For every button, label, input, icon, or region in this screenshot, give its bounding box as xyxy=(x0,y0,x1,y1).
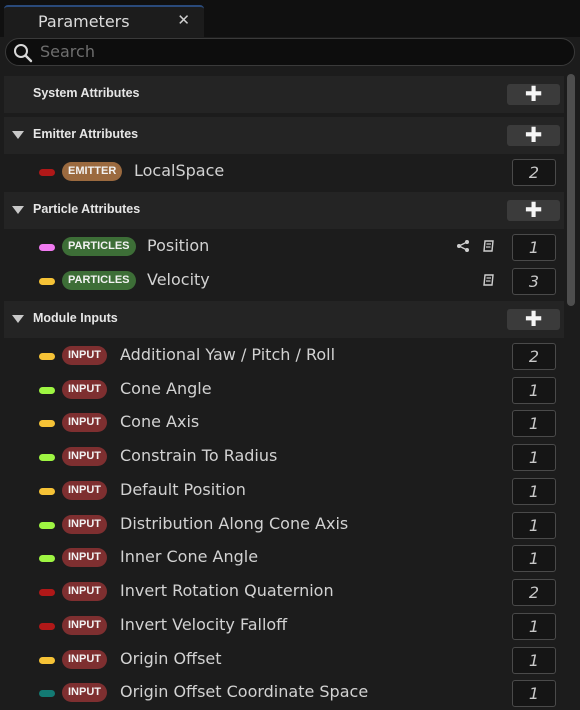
reference-count: 2 xyxy=(512,343,556,370)
list-item[interactable]: INPUT Invert Rotation Quaternion 2 xyxy=(4,575,564,609)
reference-count: 1 xyxy=(512,478,556,505)
reference-count: 1 xyxy=(512,377,556,404)
parameter-name: Position xyxy=(147,236,210,255)
pin-icon xyxy=(39,555,55,562)
search-input[interactable]: Search xyxy=(5,38,575,66)
pin-icon xyxy=(39,353,55,360)
parameter-name: Cone Angle xyxy=(120,379,212,398)
namespace-badge: INPUT xyxy=(62,346,107,365)
pin-icon xyxy=(39,690,55,697)
reference-count: 1 xyxy=(512,680,556,707)
namespace-badge: INPUT xyxy=(62,481,107,500)
reference-count: 1 xyxy=(512,545,556,572)
namespace-badge: PARTICLES xyxy=(62,237,136,256)
list-item[interactable]: INPUT Origin Offset 1 xyxy=(4,643,564,677)
namespace-badge: INPUT xyxy=(62,616,107,635)
collapse-arrow-icon[interactable] xyxy=(12,206,24,214)
section-label: Particle Attributes xyxy=(33,202,141,216)
close-icon[interactable]: ✕ xyxy=(177,11,190,29)
parameter-name: Constrain To Radius xyxy=(120,446,278,465)
parameter-name: Inner Cone Angle xyxy=(120,547,259,566)
parameter-name: Cone Axis xyxy=(120,412,200,431)
pin-icon xyxy=(39,169,55,176)
search-placeholder: Search xyxy=(40,42,95,61)
namespace-badge: EMITTER xyxy=(62,162,123,181)
tab-title: Parameters xyxy=(38,12,130,31)
section-system-attributes[interactable]: System Attributes ✚ xyxy=(4,76,564,113)
section-particle-attributes[interactable]: Particle Attributes ✚ xyxy=(4,192,564,229)
list-item[interactable]: PARTICLES Position 1 xyxy=(4,230,564,264)
parameter-name: Distribution Along Cone Axis xyxy=(120,514,349,533)
reference-count: 1 xyxy=(512,234,556,261)
collapse-arrow-icon[interactable] xyxy=(12,131,24,139)
list-item[interactable]: INPUT Inner Cone Angle 1 xyxy=(4,541,564,575)
add-button[interactable]: ✚ xyxy=(507,309,560,330)
list-item[interactable]: INPUT Cone Angle 1 xyxy=(4,373,564,407)
section-emitter-attributes[interactable]: Emitter Attributes ✚ xyxy=(4,117,564,154)
list-item[interactable]: INPUT Origin Offset Coordinate Space 1 xyxy=(4,676,564,710)
section-label: Emitter Attributes xyxy=(33,127,139,141)
pin-icon xyxy=(39,454,55,461)
search-icon xyxy=(14,44,33,63)
reference-count: 1 xyxy=(512,410,556,437)
reference-count: 1 xyxy=(512,444,556,471)
parameter-name: Invert Velocity Falloff xyxy=(120,615,288,634)
list-item[interactable]: INPUT Constrain To Radius 1 xyxy=(4,440,564,474)
reference-count: 2 xyxy=(512,579,556,606)
reference-count: 3 xyxy=(512,268,556,295)
section-label: Module Inputs xyxy=(33,311,118,325)
parameter-name: LocalSpace xyxy=(134,161,225,180)
scrollbar-thumb[interactable] xyxy=(567,74,575,306)
namespace-badge: INPUT xyxy=(62,650,107,669)
parameter-name: Origin Offset xyxy=(120,649,222,668)
reference-count: 1 xyxy=(512,647,556,674)
add-button[interactable]: ✚ xyxy=(507,84,560,105)
tab-parameters[interactable]: Parameters ✕ xyxy=(4,5,204,37)
namespace-badge: INPUT xyxy=(62,548,107,567)
namespace-badge: PARTICLES xyxy=(62,271,136,290)
list-item[interactable]: PARTICLES Velocity 3 xyxy=(4,264,564,298)
book-icon[interactable] xyxy=(482,239,496,253)
pin-icon xyxy=(39,623,55,630)
list-item[interactable]: INPUT Invert Velocity Falloff 1 xyxy=(4,609,564,643)
add-button[interactable]: ✚ xyxy=(507,125,560,146)
parameter-name: Velocity xyxy=(147,270,210,289)
namespace-badge: INPUT xyxy=(62,380,107,399)
list-item[interactable]: INPUT Cone Axis 1 xyxy=(4,406,564,440)
pin-icon xyxy=(39,278,55,285)
section-label: System Attributes xyxy=(33,86,140,100)
pin-icon xyxy=(39,420,55,427)
pin-icon xyxy=(39,522,55,529)
book-icon[interactable] xyxy=(482,273,496,287)
tab-bar: Parameters ✕ xyxy=(0,0,580,37)
namespace-badge: INPUT xyxy=(62,683,107,702)
reference-count: 1 xyxy=(512,512,556,539)
namespace-badge: INPUT xyxy=(62,447,107,466)
list-item[interactable]: EMITTER LocalSpace 2 xyxy=(4,155,564,189)
namespace-badge: INPUT xyxy=(62,515,107,534)
parameter-name: Origin Offset Coordinate Space xyxy=(120,682,369,701)
share-icon[interactable] xyxy=(456,239,470,253)
parameter-name: Additional Yaw / Pitch / Roll xyxy=(120,345,336,364)
pin-icon xyxy=(39,657,55,664)
add-button[interactable]: ✚ xyxy=(507,200,560,221)
pin-icon xyxy=(39,488,55,495)
namespace-badge: INPUT xyxy=(62,582,107,601)
namespace-badge: INPUT xyxy=(62,413,107,432)
parameter-name: Invert Rotation Quaternion xyxy=(120,581,334,600)
list-item[interactable]: INPUT Distribution Along Cone Axis 1 xyxy=(4,508,564,542)
parameter-name: Default Position xyxy=(120,480,246,499)
pin-icon xyxy=(39,244,55,251)
section-module-inputs[interactable]: Module Inputs ✚ xyxy=(4,301,564,338)
list-item[interactable]: INPUT Additional Yaw / Pitch / Roll 2 xyxy=(4,339,564,373)
reference-count: 2 xyxy=(512,159,556,186)
collapse-arrow-icon[interactable] xyxy=(12,315,24,323)
pin-icon xyxy=(39,589,55,596)
list-item[interactable]: INPUT Default Position 1 xyxy=(4,474,564,508)
pin-icon xyxy=(39,387,55,394)
reference-count: 1 xyxy=(512,613,556,640)
